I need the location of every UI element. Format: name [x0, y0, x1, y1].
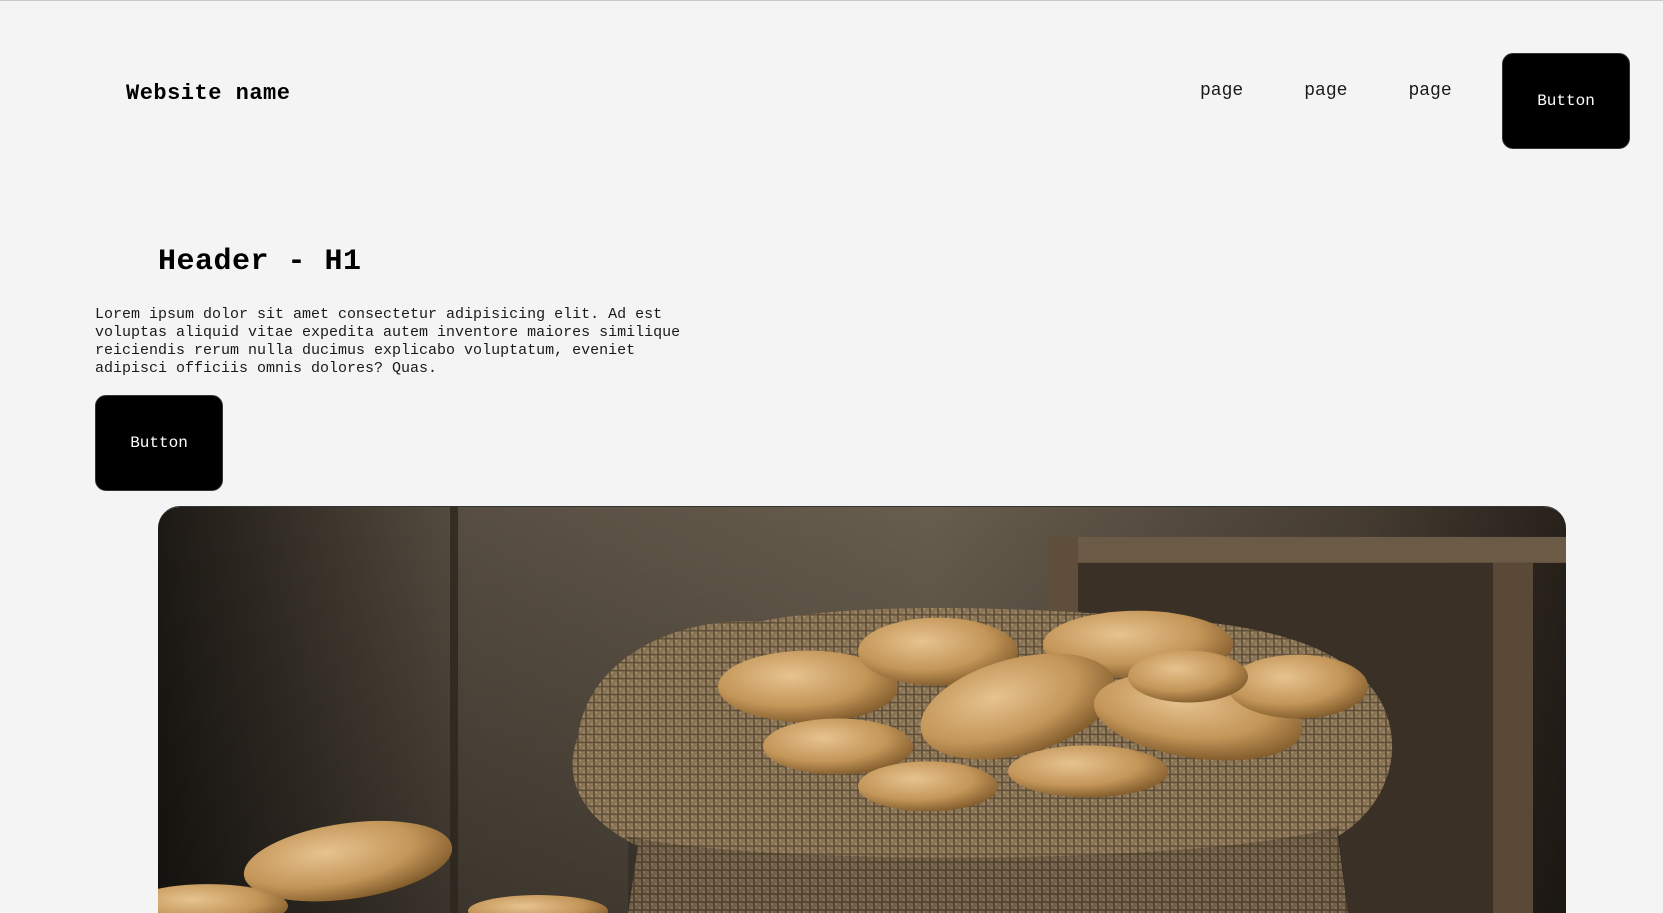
site-name[interactable]: Website name — [126, 81, 290, 106]
nav-link-page-1[interactable]: page — [1200, 81, 1243, 101]
hero-image — [158, 506, 1566, 913]
potato-sack-illustration — [158, 507, 1566, 913]
hero-button[interactable]: Button — [95, 395, 223, 491]
hero-text: Lorem ipsum dolor sit amet consectetur a… — [95, 306, 681, 377]
nav-link-page-3[interactable]: page — [1408, 81, 1451, 101]
hero-title: Header - H1 — [158, 245, 362, 279]
nav-link-page-2[interactable]: page — [1304, 81, 1347, 101]
main-nav: page page page — [1200, 81, 1452, 101]
nav-button[interactable]: Button — [1502, 53, 1630, 149]
page: Website name page page page Button Heade… — [0, 0, 1663, 913]
